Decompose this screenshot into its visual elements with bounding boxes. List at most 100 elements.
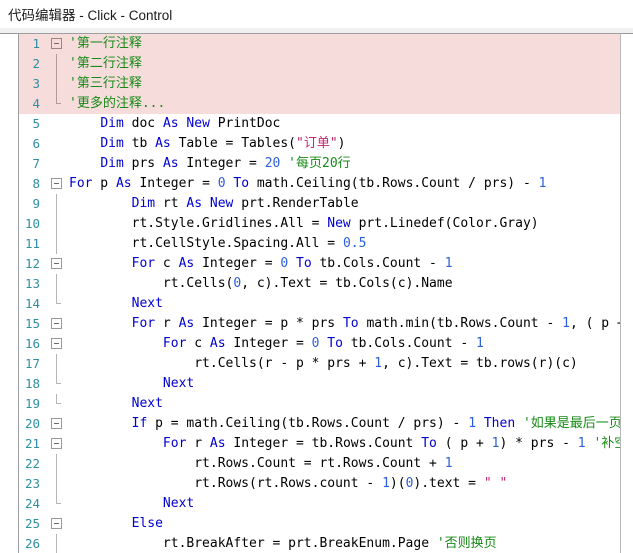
code-text[interactable]: For p As Integer = 0 To math.Ceiling(tb.… — [66, 174, 620, 194]
line-number: 11 — [24, 236, 40, 251]
code-text[interactable]: Next — [66, 394, 620, 414]
line-number: 3 — [32, 76, 40, 91]
line-number: 16 — [24, 336, 40, 351]
fold-column[interactable] — [48, 74, 66, 94]
fold-guide-line — [56, 194, 57, 214]
line-number: 22 — [24, 456, 40, 471]
code-text[interactable]: rt.Cells(r - p * prs + 1, c).Text = tb.r… — [66, 354, 620, 374]
code-text[interactable]: Next — [66, 294, 620, 314]
code-text[interactable]: Next — [66, 374, 620, 394]
fold-column[interactable] — [48, 434, 66, 454]
fold-guide-line — [56, 274, 57, 294]
code-line[interactable]: 19 Next — [19, 394, 620, 414]
fold-column[interactable] — [48, 514, 66, 534]
fold-column[interactable] — [48, 214, 66, 234]
code-text[interactable]: Dim tb As Table = Tables("订单") — [66, 134, 620, 154]
code-line[interactable]: 2 '第二行注释 — [19, 54, 620, 74]
code-text[interactable]: rt.CellStyle.Spacing.All = 0.5 — [66, 234, 620, 254]
code-text[interactable]: Else — [66, 514, 620, 534]
code-line[interactable]: 25 Else — [19, 514, 620, 534]
code-text[interactable]: rt.Rows(rt.Rows.count - 1)(0).text = " " — [66, 474, 620, 494]
code-text[interactable]: rt.Cells(0, c).Text = tb.Cols(c).Name — [66, 274, 620, 294]
fold-column[interactable] — [48, 534, 66, 553]
code-line[interactable]: 21 For r As Integer = tb.Rows.Count To (… — [19, 434, 620, 454]
fold-column[interactable] — [48, 54, 66, 74]
fold-collapse-icon[interactable] — [51, 318, 62, 329]
fold-column[interactable] — [48, 94, 66, 114]
line-number: 12 — [24, 256, 40, 271]
code-text[interactable]: Next — [66, 494, 620, 514]
code-line[interactable]: 4 '更多的注释... — [19, 94, 620, 114]
fold-collapse-icon[interactable] — [51, 178, 62, 189]
fold-collapse-icon[interactable] — [51, 438, 62, 449]
fold-end-icon — [56, 374, 61, 384]
code-line[interactable]: 15 For r As Integer = p * prs To math.mi… — [19, 314, 620, 334]
code-editor-pane[interactable]: 1 '第一行注释 2 '第二行注释 3 '第三行注释 4 '更多的注释... 5 Dim doc… — [18, 33, 621, 553]
code-text[interactable]: If p = math.Ceiling(tb.Rows.Count / prs)… — [66, 414, 620, 434]
code-line[interactable]: 6 Dim tb As Table = Tables("订单") — [19, 134, 620, 154]
fold-column[interactable] — [48, 174, 66, 194]
code-line[interactable]: 7 Dim prs As Integer = 20 '每页20行 — [19, 154, 620, 174]
fold-column[interactable] — [48, 114, 66, 134]
code-line[interactable]: 18 Next — [19, 374, 620, 394]
fold-column[interactable] — [48, 234, 66, 254]
code-line[interactable]: 26 rt.BreakAfter = prt.BreakEnum.Page '否… — [19, 534, 620, 553]
code-line[interactable]: 20 If p = math.Ceiling(tb.Rows.Count / p… — [19, 414, 620, 434]
fold-column[interactable] — [48, 414, 66, 434]
code-line[interactable]: 8 For p As Integer = 0 To math.Ceiling(tb… — [19, 174, 620, 194]
code-text[interactable]: rt.BreakAfter = prt.BreakEnum.Page '否则换页 — [66, 534, 620, 553]
code-line[interactable]: 3 '第三行注释 — [19, 74, 620, 94]
fold-end-icon — [56, 394, 61, 404]
code-text[interactable]: For r As Integer = p * prs To math.min(t… — [66, 314, 620, 334]
fold-column[interactable] — [48, 154, 66, 174]
code-line[interactable]: 17 rt.Cells(r - p * prs + 1, c).Text = t… — [19, 354, 620, 374]
code-line[interactable]: 11 rt.CellStyle.Spacing.All = 0.5 — [19, 234, 620, 254]
fold-guide-line — [56, 474, 57, 494]
code-text[interactable]: For c As Integer = 0 To tb.Cols.Count - … — [66, 334, 620, 354]
fold-column[interactable] — [48, 454, 66, 474]
fold-column[interactable] — [48, 494, 66, 514]
code-text[interactable]: rt.Rows.Count = rt.Rows.Count + 1 — [66, 454, 620, 474]
fold-column[interactable] — [48, 374, 66, 394]
code-line[interactable]: 5 Dim doc As New PrintDoc — [19, 114, 620, 134]
code-line[interactable]: 10 rt.Style.Gridlines.All = New prt.Line… — [19, 214, 620, 234]
code-line[interactable]: 23 rt.Rows(rt.Rows.count - 1)(0).text = … — [19, 474, 620, 494]
fold-column[interactable] — [48, 34, 66, 54]
code-lines-container[interactable]: 1 '第一行注释 2 '第二行注释 3 '第三行注释 4 '更多的注释... 5 Dim doc… — [19, 34, 620, 553]
code-line[interactable]: 14 Next — [19, 294, 620, 314]
code-line[interactable]: 24 Next — [19, 494, 620, 514]
fold-collapse-icon[interactable] — [51, 518, 62, 529]
code-text[interactable]: Dim prs As Integer = 20 '每页20行 — [66, 154, 620, 174]
code-line[interactable]: 16 For c As Integer = 0 To tb.Cols.Count… — [19, 334, 620, 354]
fold-column[interactable] — [48, 254, 66, 274]
code-text[interactable]: Dim doc As New PrintDoc — [66, 114, 620, 134]
code-text[interactable]: '第一行注释 — [66, 34, 620, 54]
code-text[interactable]: rt.Style.Gridlines.All = New prt.Linedef… — [66, 214, 620, 234]
fold-collapse-icon[interactable] — [51, 258, 62, 269]
fold-collapse-icon[interactable] — [51, 338, 62, 349]
fold-column[interactable] — [48, 274, 66, 294]
code-line[interactable]: 22 rt.Rows.Count = rt.Rows.Count + 1 — [19, 454, 620, 474]
code-line[interactable]: 9 Dim rt As New prt.RenderTable — [19, 194, 620, 214]
code-text[interactable]: For r As Integer = tb.Rows.Count To ( p … — [66, 434, 620, 454]
fold-column[interactable] — [48, 134, 66, 154]
line-number: 18 — [24, 376, 40, 391]
code-line[interactable]: 13 rt.Cells(0, c).Text = tb.Cols(c).Name — [19, 274, 620, 294]
code-text[interactable]: '第三行注释 — [66, 74, 620, 94]
fold-column[interactable] — [48, 194, 66, 214]
fold-column[interactable] — [48, 354, 66, 374]
code-text[interactable]: For c As Integer = 0 To tb.Cols.Count - … — [66, 254, 620, 274]
code-text[interactable]: '更多的注释... — [66, 94, 620, 114]
code-text[interactable]: '第二行注释 — [66, 54, 620, 74]
fold-collapse-icon[interactable] — [51, 38, 62, 49]
fold-column[interactable] — [48, 314, 66, 334]
code-text[interactable]: Dim rt As New prt.RenderTable — [66, 194, 620, 214]
code-line[interactable]: 1 '第一行注释 — [19, 34, 620, 54]
fold-column[interactable] — [48, 334, 66, 354]
fold-column[interactable] — [48, 474, 66, 494]
line-number: 6 — [32, 136, 40, 151]
fold-collapse-icon[interactable] — [51, 418, 62, 429]
fold-column[interactable] — [48, 294, 66, 314]
fold-column[interactable] — [48, 394, 66, 414]
code-line[interactable]: 12 For c As Integer = 0 To tb.Cols.Count… — [19, 254, 620, 274]
